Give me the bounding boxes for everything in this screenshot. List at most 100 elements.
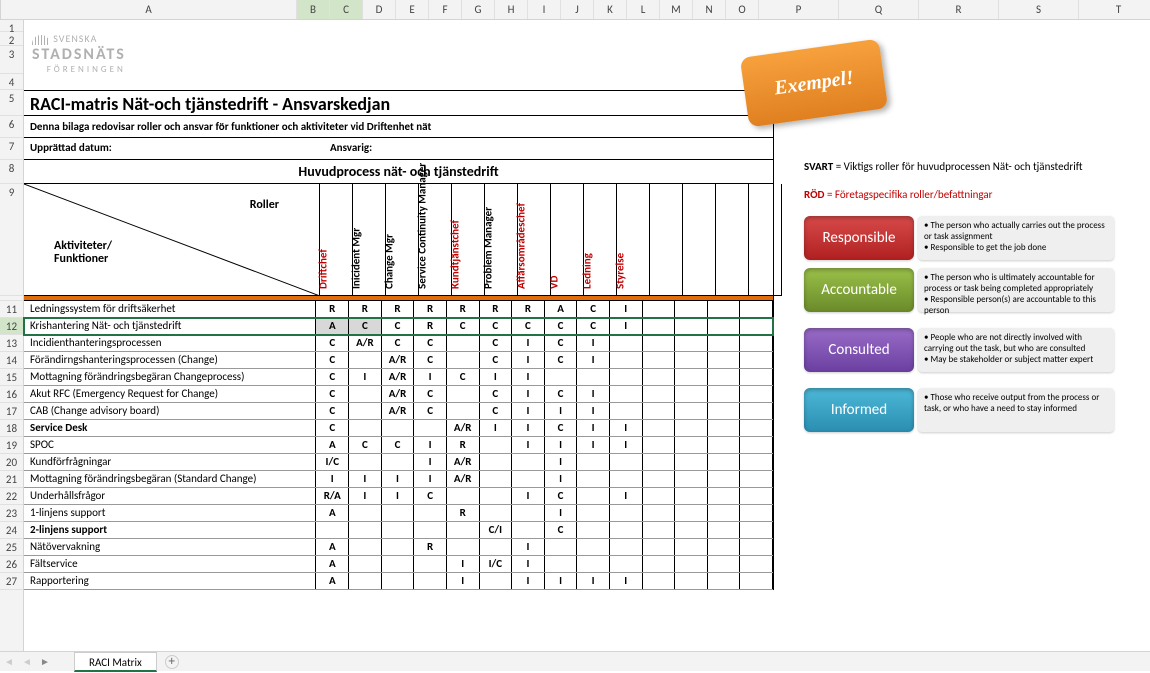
raci-cell[interactable]: I (545, 403, 578, 419)
raci-data-grid[interactable]: Ledningssystem för driftsäkerhetRRRRRRRA… (24, 301, 773, 590)
raci-cell[interactable] (610, 403, 643, 419)
raci-cell[interactable]: I/C (316, 454, 349, 470)
raci-cell[interactable] (708, 386, 741, 402)
raci-cell[interactable] (643, 437, 676, 453)
raci-cell[interactable] (740, 369, 773, 385)
row-header-14[interactable]: 14 (0, 352, 23, 369)
raci-cell[interactable]: C (414, 352, 447, 368)
role-header[interactable]: Service Continuity Manager (419, 184, 452, 295)
raci-cell[interactable] (708, 539, 741, 555)
raci-cell[interactable] (610, 539, 643, 555)
raci-cell[interactable] (349, 420, 382, 436)
raci-cell[interactable]: R (414, 318, 447, 334)
table-row[interactable]: UnderhållsfrågorR/AIICICI (24, 488, 773, 505)
raci-cell[interactable] (610, 454, 643, 470)
raci-cell[interactable] (740, 539, 773, 555)
raci-cell[interactable] (675, 369, 708, 385)
activity-label[interactable]: Förändirngshanteringsprocessen (Change) (24, 352, 316, 368)
col-header-G[interactable]: G (462, 0, 495, 19)
raci-cell[interactable]: I (610, 437, 643, 453)
raci-cell[interactable]: C (382, 318, 415, 334)
raci-cell[interactable]: R (382, 301, 415, 317)
raci-cell[interactable] (382, 505, 415, 521)
raci-cell[interactable]: I (414, 454, 447, 470)
row-header-8[interactable]: 8 (0, 160, 23, 184)
raci-cell[interactable]: I (512, 403, 545, 419)
raci-cell[interactable] (675, 539, 708, 555)
tab-prev-icon[interactable]: ◄ (18, 653, 36, 671)
raci-cell[interactable] (708, 420, 741, 436)
raci-cell[interactable]: I (577, 352, 610, 368)
raci-cell[interactable]: C (480, 403, 513, 419)
raci-cell[interactable]: I (512, 420, 545, 436)
raci-cell[interactable] (643, 335, 676, 351)
raci-cell[interactable]: I (610, 488, 643, 504)
raci-cell[interactable]: C (577, 301, 610, 317)
raci-cell[interactable]: I (577, 403, 610, 419)
raci-cell[interactable] (740, 505, 773, 521)
raci-cell[interactable]: C (480, 386, 513, 402)
raci-cell[interactable] (480, 437, 513, 453)
raci-cell[interactable] (610, 556, 643, 572)
tab-first-icon[interactable]: ◄ (0, 653, 18, 671)
row-header-24[interactable]: 24 (0, 522, 23, 539)
activity-label[interactable]: Akut RFC (Emergency Request for Change) (24, 386, 316, 402)
row-header-18[interactable]: 18 (0, 420, 23, 437)
activity-label[interactable]: Krishantering Nät- och tjänstedrift (24, 318, 316, 334)
raci-cell[interactable] (708, 454, 741, 470)
raci-cell[interactable] (708, 471, 741, 487)
raci-cell[interactable]: I (512, 335, 545, 351)
raci-cell[interactable] (480, 488, 513, 504)
table-row[interactable]: FältserviceAII/CI (24, 556, 773, 573)
row-header-13[interactable]: 13 (0, 335, 23, 352)
col-header-N[interactable]: N (693, 0, 726, 19)
raci-cell[interactable] (740, 522, 773, 538)
raci-cell[interactable]: A (545, 301, 578, 317)
raci-cell[interactable]: I (349, 488, 382, 504)
raci-cell[interactable] (675, 420, 708, 436)
raci-cell[interactable]: C (545, 488, 578, 504)
col-header-Q[interactable]: Q (839, 0, 919, 19)
raci-cell[interactable]: A (316, 318, 349, 334)
row-header-27[interactable]: 27 (0, 573, 23, 590)
raci-cell[interactable]: I (577, 420, 610, 436)
raci-cell[interactable]: I (480, 420, 513, 436)
raci-cell[interactable] (740, 335, 773, 351)
raci-cell[interactable] (643, 556, 676, 572)
raci-cell[interactable]: A/R (349, 335, 382, 351)
raci-cell[interactable]: C (316, 352, 349, 368)
raci-cell[interactable]: I (545, 573, 578, 589)
raci-cell[interactable]: A (316, 556, 349, 572)
raci-cell[interactable] (610, 335, 643, 351)
raci-cell[interactable]: A (316, 539, 349, 555)
raci-cell[interactable] (610, 471, 643, 487)
raci-cell[interactable] (643, 573, 676, 589)
raci-cell[interactable] (447, 335, 480, 351)
raci-cell[interactable]: R (447, 505, 480, 521)
raci-cell[interactable] (610, 522, 643, 538)
raci-cell[interactable] (577, 471, 610, 487)
raci-cell[interactable]: C (480, 352, 513, 368)
raci-cell[interactable] (740, 437, 773, 453)
raci-cell[interactable]: I (610, 301, 643, 317)
raci-cell[interactable]: I (480, 369, 513, 385)
raci-cell[interactable]: I (447, 573, 480, 589)
raci-cell[interactable] (675, 454, 708, 470)
raci-cell[interactable]: I (349, 369, 382, 385)
activity-label[interactable]: Underhållsfrågor (24, 488, 316, 504)
raci-cell[interactable] (675, 352, 708, 368)
raci-cell[interactable]: I (382, 488, 415, 504)
row-header-6[interactable]: 6 (0, 116, 23, 138)
raci-cell[interactable]: A/R (447, 471, 480, 487)
raci-cell[interactable]: C (414, 335, 447, 351)
raci-cell[interactable] (643, 301, 676, 317)
raci-cell[interactable]: R/A (316, 488, 349, 504)
role-header[interactable]: VD (551, 184, 584, 295)
raci-cell[interactable] (447, 488, 480, 504)
role-header[interactable]: Problem Manager (485, 184, 518, 295)
raci-cell[interactable] (382, 454, 415, 470)
raci-cell[interactable] (545, 556, 578, 572)
raci-cell[interactable] (349, 454, 382, 470)
table-row[interactable]: 1-linjens supportARI (24, 505, 773, 522)
raci-cell[interactable]: R (349, 301, 382, 317)
